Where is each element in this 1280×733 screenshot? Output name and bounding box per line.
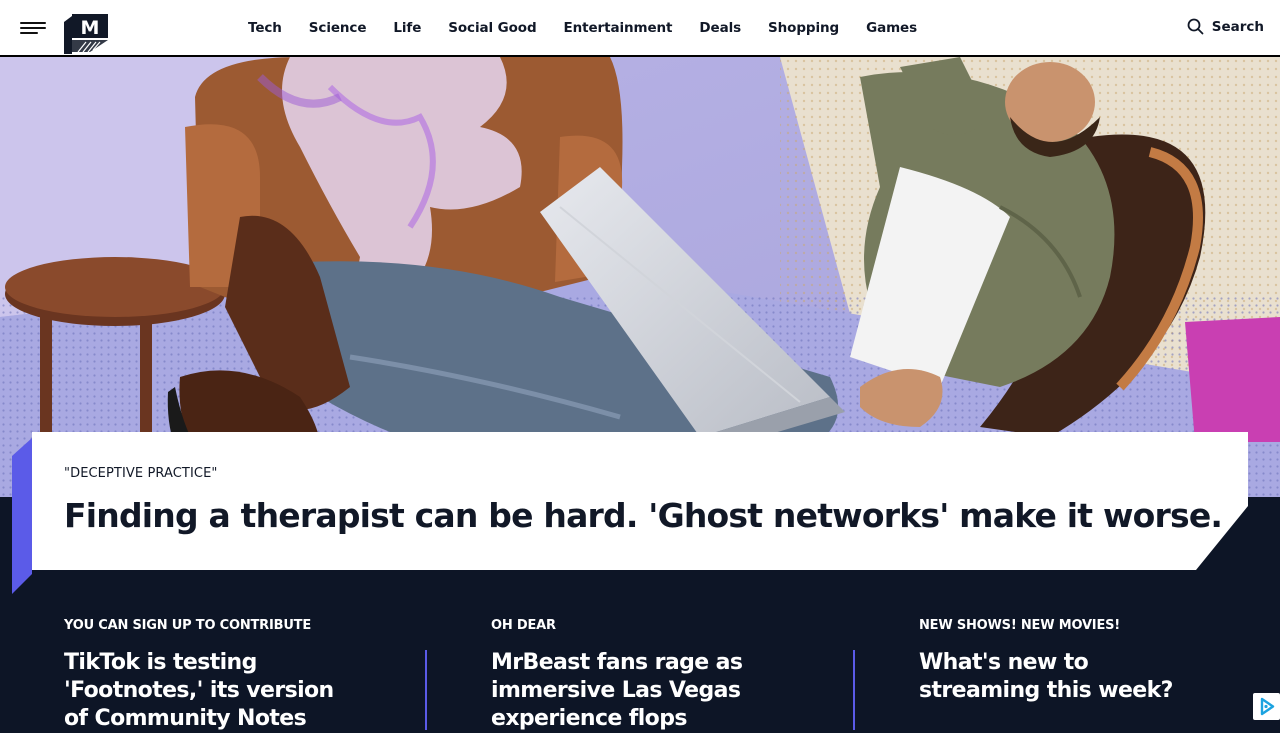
card-accent-bar — [12, 438, 32, 594]
logo-letter: M — [81, 17, 100, 39]
story-kicker: OH DEAR — [491, 618, 556, 633]
nav-item-science[interactable]: Science — [309, 20, 367, 36]
story-kicker: YOU CAN SIGN UP TO CONTRIBUTE — [64, 618, 312, 633]
hero-image[interactable] — [0, 57, 1280, 497]
story-title[interactable]: MrBeast fans rage as immersive Las Vegas… — [491, 649, 781, 733]
nav-item-entertainment[interactable]: Entertainment — [564, 20, 673, 36]
column-divider — [853, 650, 855, 730]
story-kicker: NEW SHOWS! NEW MOVIES! — [919, 618, 1121, 633]
story-title[interactable]: TikTok is testing 'Footnotes,' its versi… — [64, 649, 354, 733]
site-header: M Tech Science Life Social Good Entertai… — [0, 0, 1280, 57]
search-button[interactable]: Search — [1187, 18, 1264, 35]
story-card-2[interactable]: OH DEAR MrBeast fans rage as immersive L… — [491, 618, 791, 733]
search-label: Search — [1211, 18, 1264, 35]
nav-item-deals[interactable]: Deals — [699, 20, 741, 36]
search-icon — [1187, 18, 1204, 35]
nav-item-social-good[interactable]: Social Good — [448, 20, 536, 36]
main-nav: Tech Science Life Social Good Entertainm… — [248, 0, 944, 56]
hero-headline-card[interactable]: "DECEPTIVE PRACTICE" Finding a therapist… — [32, 432, 1248, 570]
site-logo[interactable]: M — [64, 12, 110, 54]
story-card-1[interactable]: YOU CAN SIGN UP TO CONTRIBUTE TikTok is … — [64, 618, 364, 733]
nav-item-games[interactable]: Games — [866, 20, 917, 36]
column-divider — [425, 650, 427, 730]
nav-item-life[interactable]: Life — [393, 20, 421, 36]
adchoices-icon[interactable] — [1253, 693, 1280, 720]
nav-item-tech[interactable]: Tech — [248, 20, 282, 36]
hero-kicker: "DECEPTIVE PRACTICE" — [64, 466, 218, 481]
hamburger-menu-icon[interactable] — [20, 20, 48, 36]
nav-item-shopping[interactable]: Shopping — [768, 20, 839, 36]
hero-headline[interactable]: Finding a therapist can be hard. 'Ghost … — [64, 496, 1223, 535]
story-card-3[interactable]: NEW SHOWS! NEW MOVIES! What's new to str… — [919, 618, 1219, 705]
story-title[interactable]: What's new to streaming this week? — [919, 649, 1209, 705]
